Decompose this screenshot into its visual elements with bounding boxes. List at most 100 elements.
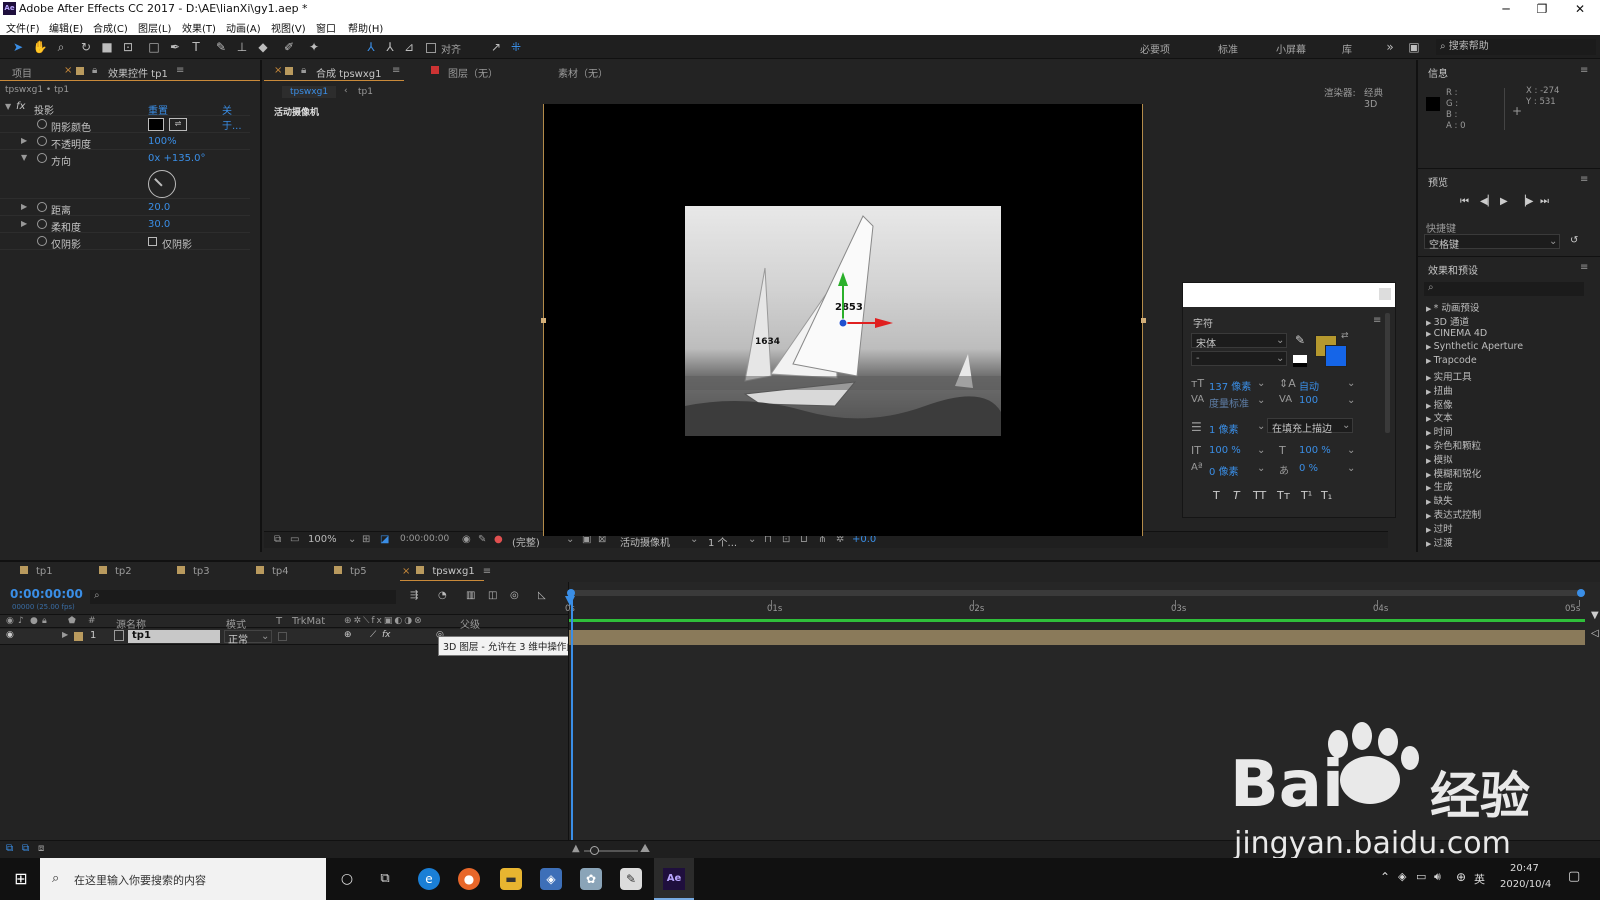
workspace-standard[interactable]: 标准 <box>1218 41 1238 56</box>
effect-category-item[interactable]: ▶ 3D 通道 <box>1426 314 1469 328</box>
monitor-icon[interactable]: ▭ <box>290 534 299 545</box>
effect-category-item[interactable]: ▶ CINEMA 4D <box>1426 328 1487 339</box>
grid-icon[interactable]: ⊞ <box>362 534 370 545</box>
expand-layer-icon[interactable]: ▶ <box>62 630 68 639</box>
leading-value[interactable]: 自动 <box>1299 378 1319 393</box>
font-family-dropdown[interactable]: 宋体 ⌄ <box>1191 333 1287 350</box>
brush-tool-icon[interactable]: ✎ <box>213 39 229 55</box>
tab-footage[interactable]: 素材（无） <box>558 65 608 80</box>
camera-view-dropdown[interactable]: 活动摄像机 <box>620 534 670 549</box>
swap-colors-icon[interactable]: ⇄ <box>1341 331 1349 341</box>
next-frame-icon[interactable]: ▕▶ <box>1518 196 1533 207</box>
baseline-shift-value[interactable]: 0 像素 <box>1209 463 1239 478</box>
graph-toggle-icon[interactable]: ◺ <box>538 590 546 601</box>
panel-menu-icon[interactable]: ≡ <box>1373 315 1381 326</box>
stroke-mode-dropdown[interactable]: 在填充上描边 ⌄ <box>1267 418 1353 435</box>
eyedropper-icon[interactable]: ⇌ <box>169 118 187 131</box>
menu-animation[interactable]: 动画(A) <box>226 20 261 35</box>
tsume-value[interactable]: 0 % <box>1299 463 1318 474</box>
collapse-icon[interactable]: ▼ <box>21 153 27 162</box>
fx-icon[interactable]: fx <box>16 101 25 112</box>
clock-date[interactable]: 2020/10/4 <box>1500 879 1551 890</box>
reset-link[interactable]: 重置 <box>148 102 168 117</box>
prop-opacity-value[interactable]: 100% <box>148 136 177 147</box>
camera-tool-icon[interactable]: ■ <box>99 39 115 55</box>
menu-file[interactable]: 文件(F) <box>6 20 40 35</box>
workspace-window-icon[interactable]: ▣ <box>1406 39 1422 55</box>
shortcut-dropdown[interactable]: 空格键 ⌄ <box>1424 234 1560 251</box>
rotate-tool-icon[interactable]: ↻ <box>78 39 94 55</box>
rectangle-tool-icon[interactable]: □ <box>146 39 162 55</box>
font-style-dropdown[interactable]: - ⌄ <box>1191 351 1287 366</box>
snap-option-icon[interactable]: ⁜ <box>508 39 524 55</box>
effect-category-item[interactable]: ▶ 缺失 <box>1426 493 1453 507</box>
effect-category-item[interactable]: ▶ 模拟 <box>1426 452 1453 466</box>
battery-icon[interactable]: ▭ <box>1416 870 1426 883</box>
clock-time[interactable]: 20:47 <box>1510 863 1539 874</box>
lock-icon[interactable]: 🔒︎ <box>301 65 306 76</box>
vertical-scale-value[interactable]: 100 % <box>1209 445 1241 456</box>
motion-blur-icon[interactable]: ◫ <box>488 590 497 601</box>
maximize-button[interactable]: ❐ <box>1524 0 1560 18</box>
horizontal-scale-value[interactable]: 100 % <box>1299 445 1331 456</box>
effect-category-item[interactable]: ▶ Trapcode <box>1426 355 1477 366</box>
stroke-width-value[interactable]: 1 像素 <box>1209 421 1239 436</box>
all-caps-button[interactable]: TT <box>1253 489 1266 502</box>
comp-mini-flowchart-icon[interactable]: ⇶ <box>410 590 418 601</box>
volume-icon[interactable]: 🔊︎ <box>1434 870 1441 884</box>
stopwatch-icon[interactable] <box>37 153 47 163</box>
prop-softness-value[interactable]: 30.0 <box>148 219 170 230</box>
preserve-transparency-checkbox[interactable] <box>278 632 287 641</box>
superscript-button[interactable]: T¹ <box>1301 489 1312 502</box>
panel-menu-icon[interactable]: ≡ <box>483 566 491 577</box>
task-view-icon[interactable]: ⧉ <box>374 868 396 890</box>
shadow-color-swatch[interactable] <box>148 118 164 131</box>
tracking-value[interactable]: 100 <box>1299 395 1318 406</box>
playhead[interactable] <box>571 598 573 860</box>
layer-name[interactable]: tp1 <box>128 630 220 643</box>
text-tool-icon[interactable]: T <box>188 39 204 55</box>
timeline-tab[interactable]: tp2 <box>99 566 132 577</box>
stopwatch-icon[interactable] <box>37 219 47 229</box>
eyedropper-icon[interactable]: ✎ <box>1295 333 1305 347</box>
transform-handle[interactable] <box>1141 318 1146 323</box>
channel-icon[interactable]: ● <box>494 534 503 545</box>
layer-switches-toggle-icon[interactable]: ⧉ <box>6 843 13 854</box>
timeline-tab[interactable]: tp1 <box>20 566 53 577</box>
hand-tool-icon[interactable]: ✋ <box>32 39 48 55</box>
layer-label-color[interactable] <box>74 632 83 641</box>
expand-icon[interactable]: ▶ <box>21 219 27 228</box>
firefox-icon[interactable]: ● <box>458 868 480 890</box>
blend-mode-dropdown[interactable]: 正常 ⌄ <box>224 630 272 646</box>
zoom-out-icon[interactable]: ▲ <box>572 843 580 854</box>
effects-search-input[interactable]: ⌕ <box>1424 282 1584 296</box>
black-white-swatch[interactable] <box>1293 355 1307 367</box>
previous-frame-icon[interactable]: ◀▏ <box>1480 196 1495 207</box>
file-explorer-icon[interactable]: ▬ <box>500 868 522 890</box>
transform-handle[interactable] <box>541 318 546 323</box>
current-time-field[interactable]: 0:00:00:00 <box>400 534 449 544</box>
visibility-eye-icon[interactable]: ◉ <box>6 630 14 640</box>
pan-behind-tool-icon[interactable]: ⊡ <box>120 39 136 55</box>
subtab-tp1[interactable]: tp1 <box>358 87 373 97</box>
z-axis-anchor-icon[interactable] <box>838 318 848 328</box>
roto-brush-tool-icon[interactable]: ✐ <box>281 39 297 55</box>
stopwatch-icon[interactable] <box>37 119 47 129</box>
panel-menu-icon[interactable]: ≡ <box>176 65 184 76</box>
effect-category-item[interactable]: ▶ 模糊和锐化 <box>1426 466 1481 480</box>
effect-category-item[interactable]: ▶ 过时 <box>1426 521 1453 535</box>
prop-distance-value[interactable]: 20.0 <box>148 202 170 213</box>
comp-button-icon[interactable]: ▼ <box>1591 610 1599 621</box>
close-button[interactable]: ✕ <box>1562 0 1598 18</box>
graph-editor-icon[interactable]: ◎ <box>510 590 519 601</box>
app-icon[interactable]: ◈ <box>540 868 562 890</box>
time-ruler[interactable]: 0s 01s 02s 03s 04s 05s <box>565 600 1585 614</box>
close-tab-icon[interactable]: × <box>64 65 72 76</box>
layer-search-input[interactable]: ⌕ <box>90 590 396 604</box>
views-layout-dropdown[interactable]: 1 个... <box>708 534 737 549</box>
panel-menu-icon[interactable]: ≡ <box>1580 65 1588 76</box>
zoom-dropdown[interactable]: 100% <box>308 534 337 545</box>
quality-switch-icon[interactable]: ⟋ <box>370 630 376 640</box>
expand-icon[interactable]: ▶ <box>21 202 27 211</box>
current-timecode[interactable]: 0:00:00:00 <box>10 587 83 601</box>
